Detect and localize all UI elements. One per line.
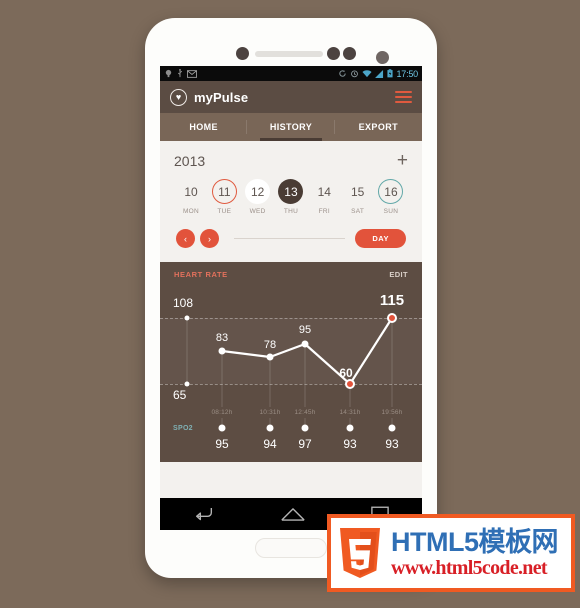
heart-in-circle-icon: ♥ — [170, 88, 187, 106]
datapoint-dot-4[interactable] — [387, 313, 397, 323]
range-nav-row: ‹ › DAY — [174, 215, 408, 248]
phone-device: 17:50 ♥ myPulse HOME HISTORY EXPORT 2013… — [145, 18, 437, 578]
datapoint-dot-1[interactable] — [266, 353, 274, 361]
content-area: 2013 + 10 MON 11 TUE 12 WED 13 THU 14 FR… — [160, 141, 422, 462]
heart-glyph: ♥ — [175, 91, 182, 102]
day-weekday: FRI — [318, 208, 330, 215]
time-label-2: 12:45h — [294, 409, 316, 416]
spo2-dot-2[interactable] — [301, 424, 309, 432]
tab-export-label: EXPORT — [358, 122, 399, 132]
chart-plot: 108 65 83 78 95 60 115 08:12h 10:31h 12:… — [160, 262, 422, 462]
status-bar-right-icons: 17:50 — [338, 69, 418, 79]
secondary-camera-icon — [376, 51, 389, 64]
datapoint-label-0: 83 — [215, 332, 229, 344]
status-bar-left-icons — [164, 69, 197, 78]
day-number: 10 — [184, 184, 198, 199]
datapoint-dot-3[interactable] — [345, 379, 355, 389]
time-label-4: 19:56h — [381, 409, 403, 416]
day-number: 14 — [317, 184, 331, 199]
datapoint-label-2: 95 — [298, 324, 312, 336]
divider — [234, 238, 346, 239]
phone-screen: 17:50 ♥ myPulse HOME HISTORY EXPORT 2013… — [160, 66, 422, 530]
spo2-dot-1[interactable] — [266, 424, 274, 432]
day-cell-12[interactable]: 12 WED — [243, 179, 273, 215]
status-bar: 17:50 — [160, 66, 422, 81]
day-weekday: TUE — [217, 208, 232, 215]
next-arrow-icon[interactable]: › — [200, 229, 219, 248]
tab-history-label: HISTORY — [269, 122, 313, 132]
heart-rate-chart-card: HEART RATE EDIT 108 65 83 78 95 60 115 0… — [160, 262, 422, 462]
android-debug-icon — [165, 69, 172, 78]
day-number: 15 — [350, 184, 365, 199]
day-weekday: WED — [249, 208, 266, 215]
spo2-value-2: 97 — [298, 437, 312, 451]
day-cell-15[interactable]: 15 SAT — [343, 179, 373, 216]
day-weekday: MON — [182, 208, 200, 215]
earpiece-speaker — [255, 51, 323, 57]
datapoint-label-4: 115 — [379, 292, 405, 309]
spo2-label: SPO2 — [173, 425, 193, 432]
day-weekday: SUN — [383, 208, 399, 215]
html5-shield-icon — [337, 526, 383, 580]
spo2-value-4: 93 — [385, 437, 399, 451]
battery-icon — [387, 69, 394, 78]
spo2-value-1: 94 — [263, 437, 277, 451]
home-icon[interactable] — [280, 506, 306, 522]
day-weekday: THU — [283, 208, 299, 215]
sync-icon — [339, 70, 347, 77]
day-weekday: SAT — [351, 208, 365, 215]
watermark-text: HTML5模板网 www.html5code.net — [391, 526, 559, 579]
hardware-home-key[interactable] — [255, 538, 327, 558]
signal-icon — [375, 69, 384, 78]
tab-history[interactable]: HISTORY — [247, 113, 335, 141]
back-arrow-icon[interactable] — [193, 506, 215, 522]
tab-bar: HOME HISTORY EXPORT — [160, 113, 422, 141]
watermark-banner: HTML5模板网 www.html5code.net — [327, 514, 575, 592]
add-entry-button[interactable]: + — [397, 151, 408, 170]
day-cell-16[interactable]: 16 SUN — [376, 179, 406, 215]
spo2-value-3: 93 — [343, 437, 357, 451]
app-title: myPulse — [194, 89, 249, 105]
day-number: 11 — [211, 179, 237, 204]
day-number: 13 — [278, 179, 304, 204]
time-label-3: 14:31h — [339, 409, 361, 416]
spo2-dot-4[interactable] — [388, 424, 396, 432]
tab-home-label: HOME — [189, 122, 218, 132]
day-number: 16 — [378, 179, 404, 204]
day-selector: 10 MON 11 TUE 12 WED 13 THU 14 FRI 15 SA… — [174, 175, 408, 215]
watermark-title: HTML5模板网 — [391, 526, 559, 557]
spo2-dot-3[interactable] — [346, 424, 354, 432]
usb-icon — [177, 69, 183, 78]
proximity-sensor-icon — [327, 47, 340, 60]
wifi-icon — [362, 69, 373, 77]
day-cell-11[interactable]: 11 TUE — [209, 179, 239, 215]
alarm-icon — [351, 70, 359, 78]
tab-home[interactable]: HOME — [160, 113, 248, 141]
light-sensor-icon — [343, 47, 356, 60]
front-camera-icon — [236, 47, 249, 60]
day-cell-13[interactable]: 13 THU — [276, 179, 306, 215]
time-label-1: 10:31h — [259, 409, 281, 416]
day-cell-14[interactable]: 14 FRI — [309, 179, 339, 216]
datapoint-label-1: 78 — [263, 339, 277, 351]
datapoint-label-3: 60 — [339, 366, 353, 380]
datapoint-dot-0[interactable] — [218, 347, 226, 355]
watermark-url: www.html5code.net — [391, 556, 548, 579]
range-day-button[interactable]: DAY — [355, 229, 406, 248]
spo2-value-0: 95 — [215, 437, 229, 451]
tab-export[interactable]: EXPORT — [335, 113, 422, 141]
prev-arrow-icon[interactable]: ‹ — [176, 229, 195, 248]
spo2-dot-0[interactable] — [218, 424, 226, 432]
gmail-icon — [187, 69, 197, 78]
app-bar: ♥ myPulse — [160, 81, 422, 113]
day-number: 12 — [245, 179, 271, 204]
year-row: 2013 + — [174, 141, 408, 175]
day-cell-10[interactable]: 10 MON — [176, 179, 206, 216]
time-label-0: 08:12h — [211, 409, 233, 416]
hamburger-menu-icon[interactable] — [395, 90, 412, 104]
year-label: 2013 — [174, 153, 206, 169]
datapoint-dot-2[interactable] — [301, 340, 309, 348]
status-bar-clock: 17:50 — [396, 68, 418, 79]
